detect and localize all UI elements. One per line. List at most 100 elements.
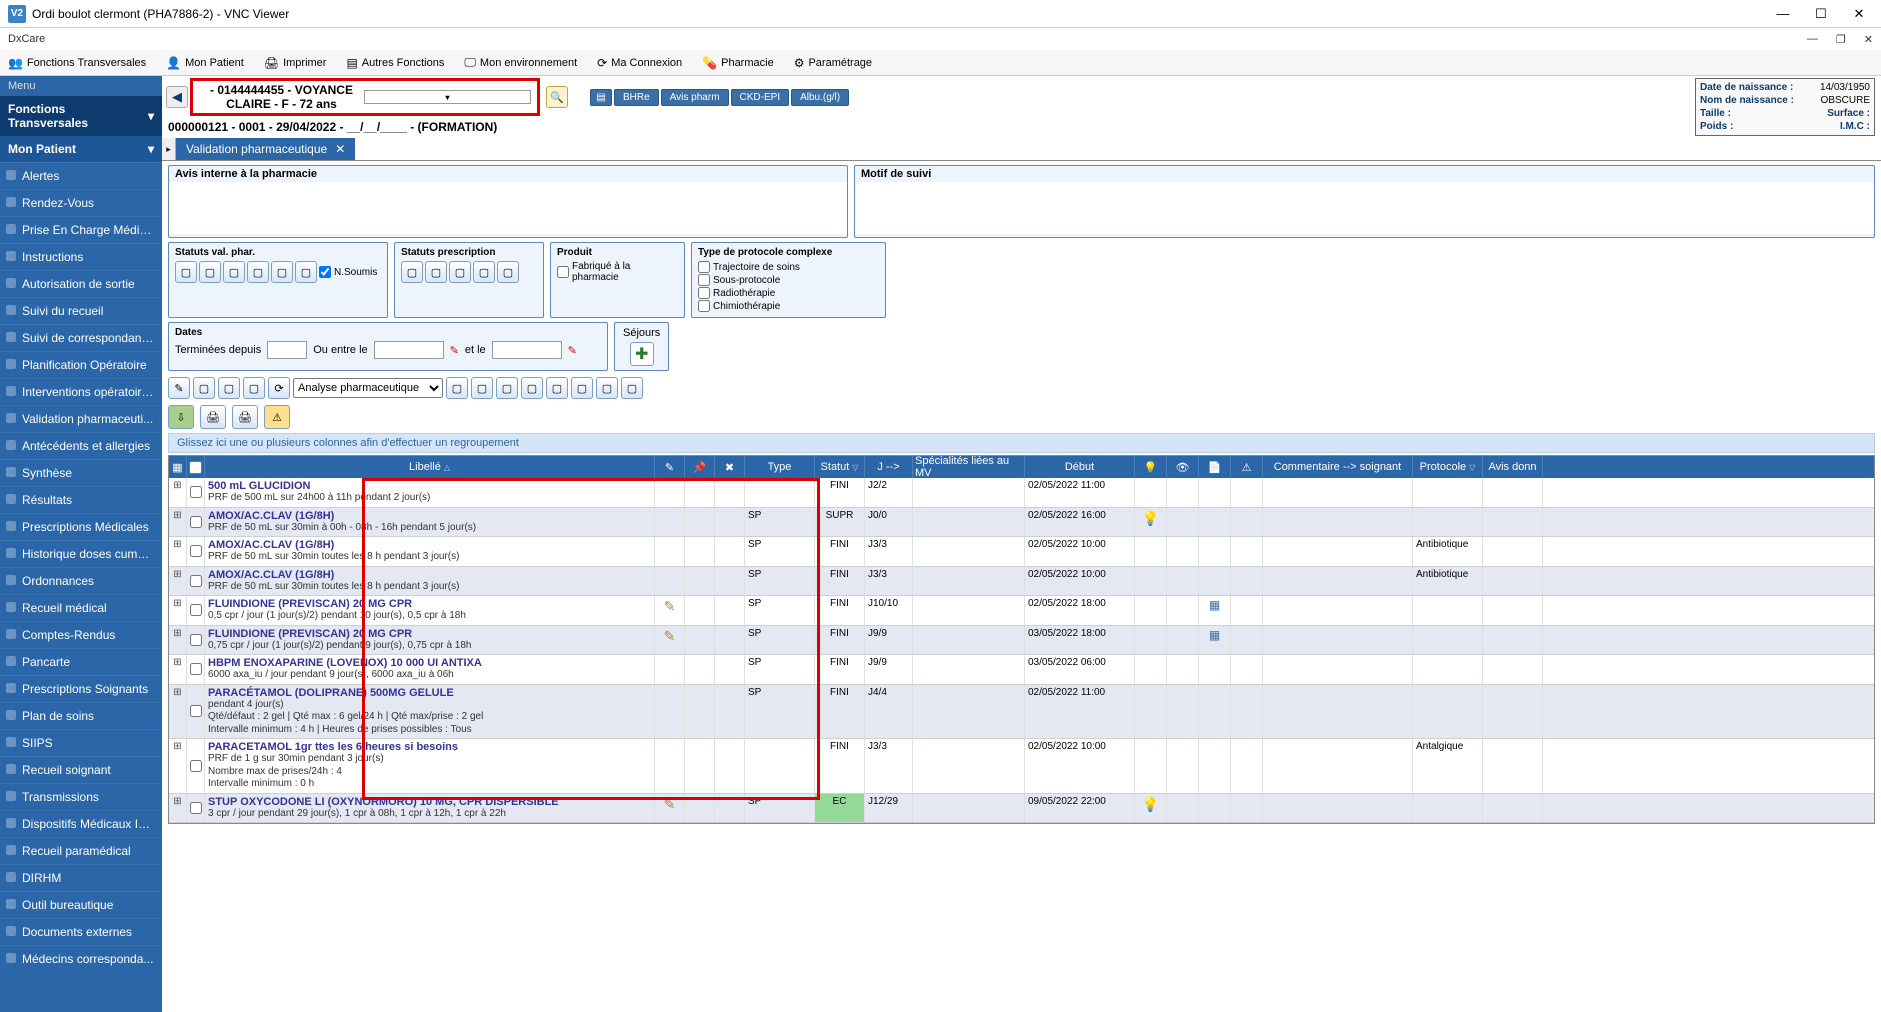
table-row[interactable]: ⊞AMOX/AC.CLAV (1G/8H)PRF de 50 mL sur 30… xyxy=(169,537,1874,567)
col-expand[interactable]: ▦ xyxy=(169,456,187,478)
row-checkbox[interactable] xyxy=(187,655,205,684)
sp-btn-2[interactable]: ▢ xyxy=(425,261,447,283)
table-row[interactable]: ⊞PARACETAMOL 1gr ttes les 6 heures si be… xyxy=(169,739,1874,794)
sidebar-item[interactable]: Planification Opératoire xyxy=(0,351,162,378)
sv-btn-6[interactable]: ▢ xyxy=(295,261,317,283)
sidebar-item[interactable]: Recueil paramédical xyxy=(0,837,162,864)
expand-toggle[interactable]: ⊞ xyxy=(169,508,187,537)
export-button[interactable]: ⇩ xyxy=(168,405,194,429)
close-button[interactable]: ✕ xyxy=(1849,5,1869,23)
menu-autres-fonctions[interactable]: ▤Autres Fonctions xyxy=(342,54,448,72)
print-button[interactable]: 🖨 xyxy=(200,405,226,429)
row-checkbox[interactable] xyxy=(187,685,205,739)
tb-btn-8[interactable]: ▢ xyxy=(496,377,518,399)
sidebar-item[interactable]: Alertes xyxy=(0,162,162,189)
group-hint-bar[interactable]: Glissez ici une ou plusieurs colonnes af… xyxy=(168,433,1875,453)
sidebar-head-fonctions[interactable]: Fonctions Transversales▾ xyxy=(0,96,162,136)
table-row[interactable]: ⊞HBPM ENOXAPARINE (LOVENOX) 10 000 UI AN… xyxy=(169,655,1874,685)
dates-from-input[interactable] xyxy=(374,341,444,359)
tb-btn-13[interactable]: ▢ xyxy=(621,377,643,399)
col-warn[interactable]: ⚠ xyxy=(1231,456,1263,478)
col-statut[interactable]: Statut▽ xyxy=(815,456,865,478)
patient-selector[interactable]: - 0144444455 - VOYANCE CLAIRE - F - 72 a… xyxy=(190,78,540,116)
tb-btn-9[interactable]: ▢ xyxy=(521,377,543,399)
menu-mon-environnement[interactable]: 🖵Mon environnement xyxy=(460,53,581,72)
sidebar-item[interactable]: Synthèse xyxy=(0,459,162,486)
tag-icon[interactable]: ▤ xyxy=(590,89,612,106)
sidebar-item[interactable]: Médecins corresponda... xyxy=(0,945,162,972)
menu-ma-connexion[interactable]: ⟳Ma Connexion xyxy=(593,54,686,72)
back-button[interactable]: ◀ xyxy=(166,86,188,108)
menu-pharmacie[interactable]: 💊Pharmacie xyxy=(698,54,778,72)
tb-btn-10[interactable]: ▢ xyxy=(546,377,568,399)
nsoumis-checkbox[interactable]: N.Soumis xyxy=(319,266,377,278)
col-specialites[interactable]: Spécialités liées au MV xyxy=(913,456,1025,478)
table-row[interactable]: ⊞AMOX/AC.CLAV (1G/8H)PRF de 50 mL sur 30… xyxy=(169,567,1874,597)
expand-toggle[interactable]: ⊞ xyxy=(169,537,187,566)
search-patient-button[interactable]: 🔍 xyxy=(546,86,568,108)
sv-btn-3[interactable]: ▢ xyxy=(223,261,245,283)
sv-btn-4[interactable]: ▢ xyxy=(247,261,269,283)
expand-toggle[interactable]: ⊞ xyxy=(169,478,187,507)
proto-trajectoire[interactable]: Trajectoire de soins xyxy=(698,261,879,273)
col-checkbox[interactable] xyxy=(187,456,205,478)
sidebar-item[interactable]: Recueil médical xyxy=(0,594,162,621)
menu-parametrage[interactable]: ⚙Paramétrage xyxy=(790,54,876,72)
dropdown-icon[interactable]: ▾ xyxy=(364,90,531,104)
tag-bhre[interactable]: BHRe xyxy=(614,89,659,106)
proto-chimio[interactable]: Chimiothérapie xyxy=(698,300,879,312)
col-protocole[interactable]: Protocole▽ xyxy=(1413,456,1483,478)
dates-to-input[interactable] xyxy=(492,341,562,359)
col-icon-pencil[interactable]: ✎ xyxy=(655,456,685,478)
sp-btn-4[interactable]: ▢ xyxy=(473,261,495,283)
table-row[interactable]: ⊞PARACÉTAMOL (DOLIPRANE) 500MG GELULEpen… xyxy=(169,685,1874,740)
menu-imprimer[interactable]: 🖨Imprimer xyxy=(260,54,331,72)
tab-validation-pharma[interactable]: Validation pharmaceutique ✕ xyxy=(176,138,355,160)
sidebar-item[interactable]: Prise En Charge Médicale xyxy=(0,216,162,243)
row-checkbox[interactable] xyxy=(187,596,205,625)
maximize-button[interactable]: ☐ xyxy=(1811,5,1831,23)
table-row[interactable]: ⊞FLUINDIONE (PREVISCAN) 20 MG CPR0,75 cp… xyxy=(169,626,1874,656)
sidebar-item[interactable]: Plan de soins xyxy=(0,702,162,729)
sidebar-item[interactable]: Prescriptions Médicales xyxy=(0,513,162,540)
sidebar-item[interactable]: Instructions xyxy=(0,243,162,270)
sidebar-item[interactable]: Suivi du recueil xyxy=(0,297,162,324)
alert-button[interactable]: ⚠ xyxy=(264,405,290,429)
sidebar-item[interactable]: Dispositifs Médicaux Im... xyxy=(0,810,162,837)
sidebar-item[interactable]: Prescriptions Soignants xyxy=(0,675,162,702)
col-j[interactable]: J --> xyxy=(865,456,913,478)
col-avis[interactable]: Avis donn xyxy=(1483,456,1543,478)
table-row[interactable]: ⊞500 mL GLUCIDIONPRF de 500 mL sur 24h00… xyxy=(169,478,1874,508)
inner-restore-button[interactable]: ❐ xyxy=(1836,33,1846,46)
motif-textarea[interactable] xyxy=(855,182,1874,234)
sidebar-item[interactable]: Historique doses cumul... xyxy=(0,540,162,567)
row-checkbox[interactable] xyxy=(187,567,205,596)
fabrique-pharmacie-checkbox[interactable]: Fabriqué à la pharmacie xyxy=(557,261,678,283)
menu-fonctions-transversales[interactable]: 👥Fonctions Transversales xyxy=(4,54,150,72)
sidebar-item[interactable]: Validation pharmaceuti... xyxy=(0,405,162,432)
sidebar-item[interactable]: SIIPS xyxy=(0,729,162,756)
cell-pencil[interactable]: ✎ xyxy=(655,626,685,655)
col-commentaire[interactable]: Commentaire --> soignant xyxy=(1263,456,1413,478)
tb-btn-1[interactable]: ✎ xyxy=(168,377,190,399)
inner-minimize-button[interactable]: — xyxy=(1807,33,1818,46)
add-sejour-button[interactable]: ✚ xyxy=(630,342,654,366)
print2-button[interactable]: 🖨 xyxy=(232,405,258,429)
row-checkbox[interactable] xyxy=(187,739,205,793)
sidebar-item[interactable]: Interventions opératoires xyxy=(0,378,162,405)
tag-ckd-epi[interactable]: CKD-EPI xyxy=(731,89,790,106)
sp-btn-3[interactable]: ▢ xyxy=(449,261,471,283)
col-bulb[interactable]: 💡 xyxy=(1135,456,1167,478)
sidebar-item[interactable]: Documents externes xyxy=(0,918,162,945)
row-checkbox[interactable] xyxy=(187,537,205,566)
proto-radio[interactable]: Radiothérapie xyxy=(698,287,879,299)
avis-textarea[interactable] xyxy=(169,182,847,234)
minimize-button[interactable]: — xyxy=(1773,5,1793,23)
tb-btn-3[interactable]: ▢ xyxy=(218,377,240,399)
tb-btn-12[interactable]: ▢ xyxy=(596,377,618,399)
tag-avis-pharm[interactable]: Avis pharm xyxy=(661,89,729,106)
proto-sous[interactable]: Sous-protocole xyxy=(698,274,879,286)
sidebar-item[interactable]: Rendez-Vous xyxy=(0,189,162,216)
table-row[interactable]: ⊞STUP OXYCODONE LI (OXYNORMORO) 10 MG, C… xyxy=(169,794,1874,824)
sidebar-head-patient[interactable]: Mon Patient▾ xyxy=(0,136,162,162)
